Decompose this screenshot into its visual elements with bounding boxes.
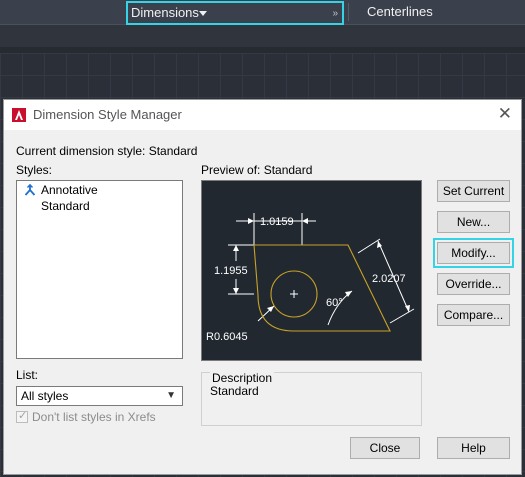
- description-value: Standard: [210, 384, 259, 398]
- chevron-down-icon: [199, 11, 207, 16]
- dim-text-left: 1.1955: [214, 265, 248, 277]
- list-filter-select[interactable]: All styles ▼: [16, 386, 183, 406]
- set-current-button[interactable]: Set Current: [437, 180, 510, 202]
- dim-text-radius: R0.6045: [206, 331, 248, 343]
- annotative-icon: [24, 184, 36, 196]
- help-button[interactable]: Help: [437, 437, 510, 459]
- list-label: List:: [16, 368, 39, 382]
- dialog-title: Dimension Style Manager: [33, 107, 182, 122]
- centerlines-panel-label[interactable]: Centerlines: [367, 2, 433, 22]
- autocad-app-icon: [12, 108, 26, 122]
- description-label: Description: [210, 371, 275, 385]
- style-preview: 1.0159 1.1955 2.0207 60° R0.6045: [201, 180, 422, 361]
- ribbon-divider: [348, 3, 349, 21]
- styles-listbox[interactable]: Annotative Standard: [16, 180, 183, 359]
- dim-text-slant: 2.0207: [372, 273, 406, 285]
- preview-label: Preview of: Standard: [201, 163, 313, 177]
- dimension-style-dropdown-label: Dimensions: [131, 5, 199, 20]
- arrowhead-slant-top: [377, 241, 382, 248]
- override-button[interactable]: Override...: [437, 273, 510, 295]
- close-icon[interactable]: ✕: [498, 105, 512, 123]
- dimension-style-manager-dialog: Dimension Style Manager ✕ Current dimens…: [3, 99, 522, 475]
- dim-text-angle: 60°: [326, 297, 343, 309]
- preview-drawing: 1.0159 1.1955 2.0207 60° R0.6045: [206, 213, 415, 343]
- arrowhead-top-right: [302, 218, 308, 224]
- style-item-standard[interactable]: Standard: [41, 199, 90, 213]
- preview-part-outline: [253, 244, 391, 332]
- dim-text-top: 1.0159: [260, 216, 294, 228]
- dialog-titlebar[interactable]: Dimension Style Manager ✕: [4, 100, 521, 130]
- arrowhead-left-top: [233, 245, 239, 251]
- xrefs-label: Don't list styles in Xrefs: [32, 410, 156, 424]
- dimension-style-dropdown[interactable]: Dimensions »: [126, 1, 344, 25]
- xrefs-checkbox[interactable]: ✓: [16, 410, 28, 423]
- ext-line-slant-top: [357, 238, 381, 254]
- new-button[interactable]: New...: [437, 211, 510, 233]
- checkmark-icon: ✓: [18, 410, 28, 422]
- compare-button[interactable]: Compare...: [437, 304, 510, 326]
- ribbon-subpanel: [0, 24, 525, 47]
- arrowhead-top-left: [248, 218, 254, 224]
- close-button[interactable]: Close: [350, 437, 420, 459]
- arrowhead-left-bottom: [233, 288, 239, 294]
- ext-line-slant-bottom: [389, 308, 415, 324]
- arrowhead-slant-bottom: [405, 305, 410, 312]
- dialog-launcher-icon[interactable]: »: [332, 4, 338, 24]
- description-group: Description Standard: [201, 371, 422, 426]
- list-filter-value: All styles: [21, 389, 69, 403]
- styles-label: Styles:: [16, 163, 53, 177]
- ribbon-edge: [0, 47, 525, 53]
- modify-button[interactable]: Modify...: [433, 238, 514, 268]
- style-item-annotative[interactable]: Annotative: [41, 183, 98, 197]
- current-style-label: Current dimension style: Standard: [16, 144, 198, 158]
- chevron-down-icon: ▼: [166, 390, 176, 401]
